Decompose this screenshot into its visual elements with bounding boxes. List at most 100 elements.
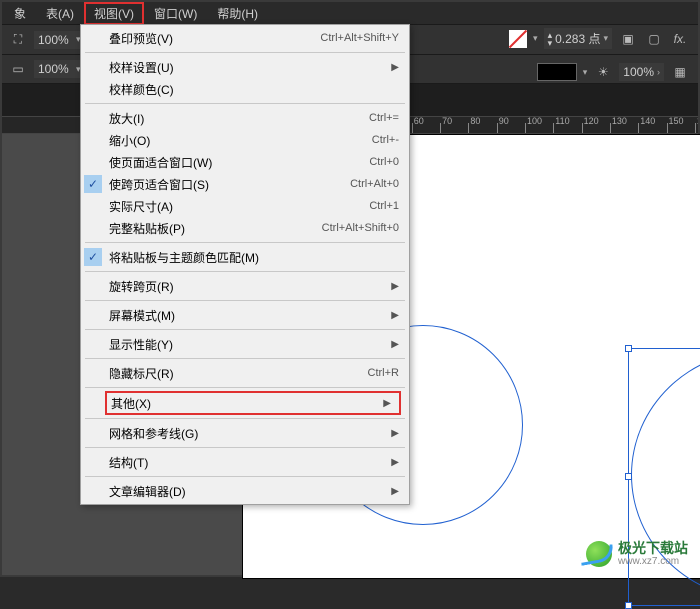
menu-item-label: 网格和参考线(G) — [109, 425, 383, 442]
menu-table[interactable]: 表(A) — [36, 2, 84, 25]
menu-item[interactable]: 结构(T)▶ — [81, 451, 409, 473]
resize-handle[interactable] — [625, 345, 632, 352]
menu-item[interactable]: 其他(X) ▶ — [105, 391, 401, 415]
menu-item-label: 实际尺寸(A) — [109, 198, 369, 215]
menu-item[interactable]: 校样颜色(C) — [81, 78, 409, 100]
submenu-arrow-icon: ▶ — [383, 398, 391, 409]
menu-shortcut: Ctrl+= — [369, 112, 399, 124]
menu-shortcut: Ctrl+1 — [369, 200, 399, 212]
menu-item[interactable]: 网格和参考线(G) ▶ — [81, 422, 409, 444]
menu-shortcut: Ctrl+Alt+Shift+Y — [320, 32, 399, 44]
stepper-icon[interactable]: ▴▾ — [548, 31, 553, 47]
menu-help[interactable]: 帮助(H) — [207, 2, 268, 25]
expand-icon[interactable]: ⛶ — [8, 30, 28, 50]
submenu-arrow-icon: ▶ — [391, 486, 399, 497]
zoom-level-1[interactable]: 100% ▾ — [34, 31, 85, 49]
stroke-value: 0.283 点 — [555, 30, 600, 47]
menu-shortcut: Ctrl+- — [372, 134, 399, 146]
menu-item-label: 隐藏标尺(R) — [109, 365, 368, 382]
link-icon[interactable]: ▭ — [8, 59, 28, 79]
submenu-arrow-icon: ▶ — [391, 62, 399, 73]
submenu-arrow-icon: ▶ — [391, 428, 399, 439]
watermark-name: 极光下载站 — [618, 541, 688, 556]
menu-item-label: 其他(X) — [111, 395, 375, 412]
menu-view[interactable]: 视图(V) — [84, 2, 144, 25]
resize-handle[interactable] — [625, 602, 632, 609]
menu-item[interactable]: 文章编辑器(D) ▶ — [81, 480, 409, 502]
menu-item-label: 放大(I) — [109, 110, 369, 127]
menu-item-label: 旋转跨页(R) — [109, 278, 383, 295]
menu-item[interactable]: 显示性能(Y) ▶ — [81, 333, 409, 355]
fill-none-swatch[interactable] — [509, 30, 527, 48]
menu-item-label: 显示性能(Y) — [109, 336, 383, 353]
menu-shortcut: Ctrl+Alt+Shift+0 — [322, 222, 399, 234]
menu-shortcut: Ctrl+0 — [369, 156, 399, 168]
menu-item[interactable]: ✓使跨页适合窗口(S)Ctrl+Alt+0 — [81, 173, 409, 195]
menu-item[interactable]: 使页面适合窗口(W)Ctrl+0 — [81, 151, 409, 173]
color-swatch-black[interactable] — [537, 63, 577, 81]
menu-item-label: 将粘贴板与主题颜色匹配(M) — [109, 249, 399, 266]
menu-shortcut: Ctrl+R — [368, 367, 399, 379]
ruler-label: 140 — [640, 116, 655, 126]
menu-separator — [85, 418, 405, 419]
resize-handle[interactable] — [625, 473, 632, 480]
ruler-label: 150 — [669, 116, 684, 126]
menu-separator — [85, 476, 405, 477]
menu-item-label: 使跨页适合窗口(S) — [109, 176, 350, 193]
menu-separator — [85, 271, 405, 272]
selection-box[interactable] — [628, 348, 700, 606]
menu-separator — [85, 329, 405, 330]
menu-item[interactable]: 完整粘贴板(P)Ctrl+Alt+Shift+0 — [81, 217, 409, 239]
menu-separator — [85, 242, 405, 243]
menubar: 象 表(A) 视图(V) 窗口(W) 帮助(H) — [2, 2, 698, 24]
watermark-url: www.xz7.com — [618, 556, 688, 567]
ruler-label: 120 — [584, 116, 599, 126]
menu-item[interactable]: 实际尺寸(A)Ctrl+1 — [81, 195, 409, 217]
stroke-weight[interactable]: ▴▾ 0.283 点 ▾ — [544, 28, 612, 49]
frame-icon[interactable]: ▢ — [644, 29, 664, 49]
menu-item[interactable]: 屏幕模式(M)▶ — [81, 304, 409, 326]
menu-item-label: 缩小(O) — [109, 132, 372, 149]
menu-item[interactable]: 叠印预览(V)Ctrl+Alt+Shift+Y — [81, 27, 409, 49]
menu-item[interactable]: 隐藏标尺(R)Ctrl+R — [81, 362, 409, 384]
sun-icon[interactable]: ☀ — [593, 62, 613, 82]
menu-separator — [85, 300, 405, 301]
chevron-down-icon: ▾ — [603, 33, 608, 44]
menu-item[interactable]: 校样设置(U) ▶ — [81, 56, 409, 78]
view-menu-dropdown: 叠印预览(V)Ctrl+Alt+Shift+Y 校样设置(U) ▶ 校样颜色(C) 放大… — [80, 24, 410, 505]
menu-item-label: 校样颜色(C) — [109, 81, 399, 98]
chevron-right-icon: › — [657, 67, 660, 77]
opacity-input[interactable]: 100% › — [619, 63, 664, 81]
chevron-down-icon[interactable]: ▾ — [583, 67, 588, 78]
menu-item-label: 结构(T) — [109, 454, 383, 471]
zoom-level-2[interactable]: 100% ▾ — [34, 60, 85, 78]
menu-item-label: 校样设置(U) — [109, 59, 383, 76]
menu-item[interactable]: 缩小(O)Ctrl+- — [81, 129, 409, 151]
menu-item-label: 叠印预览(V) — [109, 30, 320, 47]
menu-item-label: 使页面适合窗口(W) — [109, 154, 369, 171]
check-icon: ✓ — [84, 248, 102, 266]
zoom-value-1: 100% — [38, 33, 72, 47]
watermark: 极光下载站 www.xz7.com — [586, 541, 688, 567]
menu-item[interactable]: ✓ 将粘贴板与主题颜色匹配(M) — [81, 246, 409, 268]
menu-separator — [85, 358, 405, 359]
submenu-arrow-icon: ▶ — [391, 310, 399, 321]
opacity-value: 100% — [623, 65, 654, 79]
submenu-arrow-icon: ▶ — [391, 339, 399, 350]
ruler-label: 90 — [499, 116, 509, 126]
menu-item-label: 文章编辑器(D) — [109, 483, 383, 500]
menu-separator — [85, 52, 405, 53]
fx-icon[interactable]: fx. — [670, 29, 690, 49]
menu-window[interactable]: 窗口(W) — [144, 2, 207, 25]
menu-item[interactable]: 旋转跨页(R)▶ — [81, 275, 409, 297]
menu-item-label: 完整粘贴板(P) — [109, 220, 322, 237]
chevron-down-icon[interactable]: ▾ — [533, 33, 538, 44]
check-icon: ✓ — [84, 175, 102, 193]
menu-object[interactable]: 象 — [4, 2, 36, 25]
toolbar-right-1: ▾ ▴▾ 0.283 点 ▾ ▣ ▢ fx. — [509, 28, 690, 49]
crop-icon[interactable]: ▣ — [618, 29, 638, 49]
menu-item[interactable]: 放大(I)Ctrl+= — [81, 107, 409, 129]
ruler-label: 130 — [612, 116, 627, 126]
ruler-label: 110 — [555, 116, 569, 126]
grid-icon[interactable]: ▦ — [670, 62, 690, 82]
